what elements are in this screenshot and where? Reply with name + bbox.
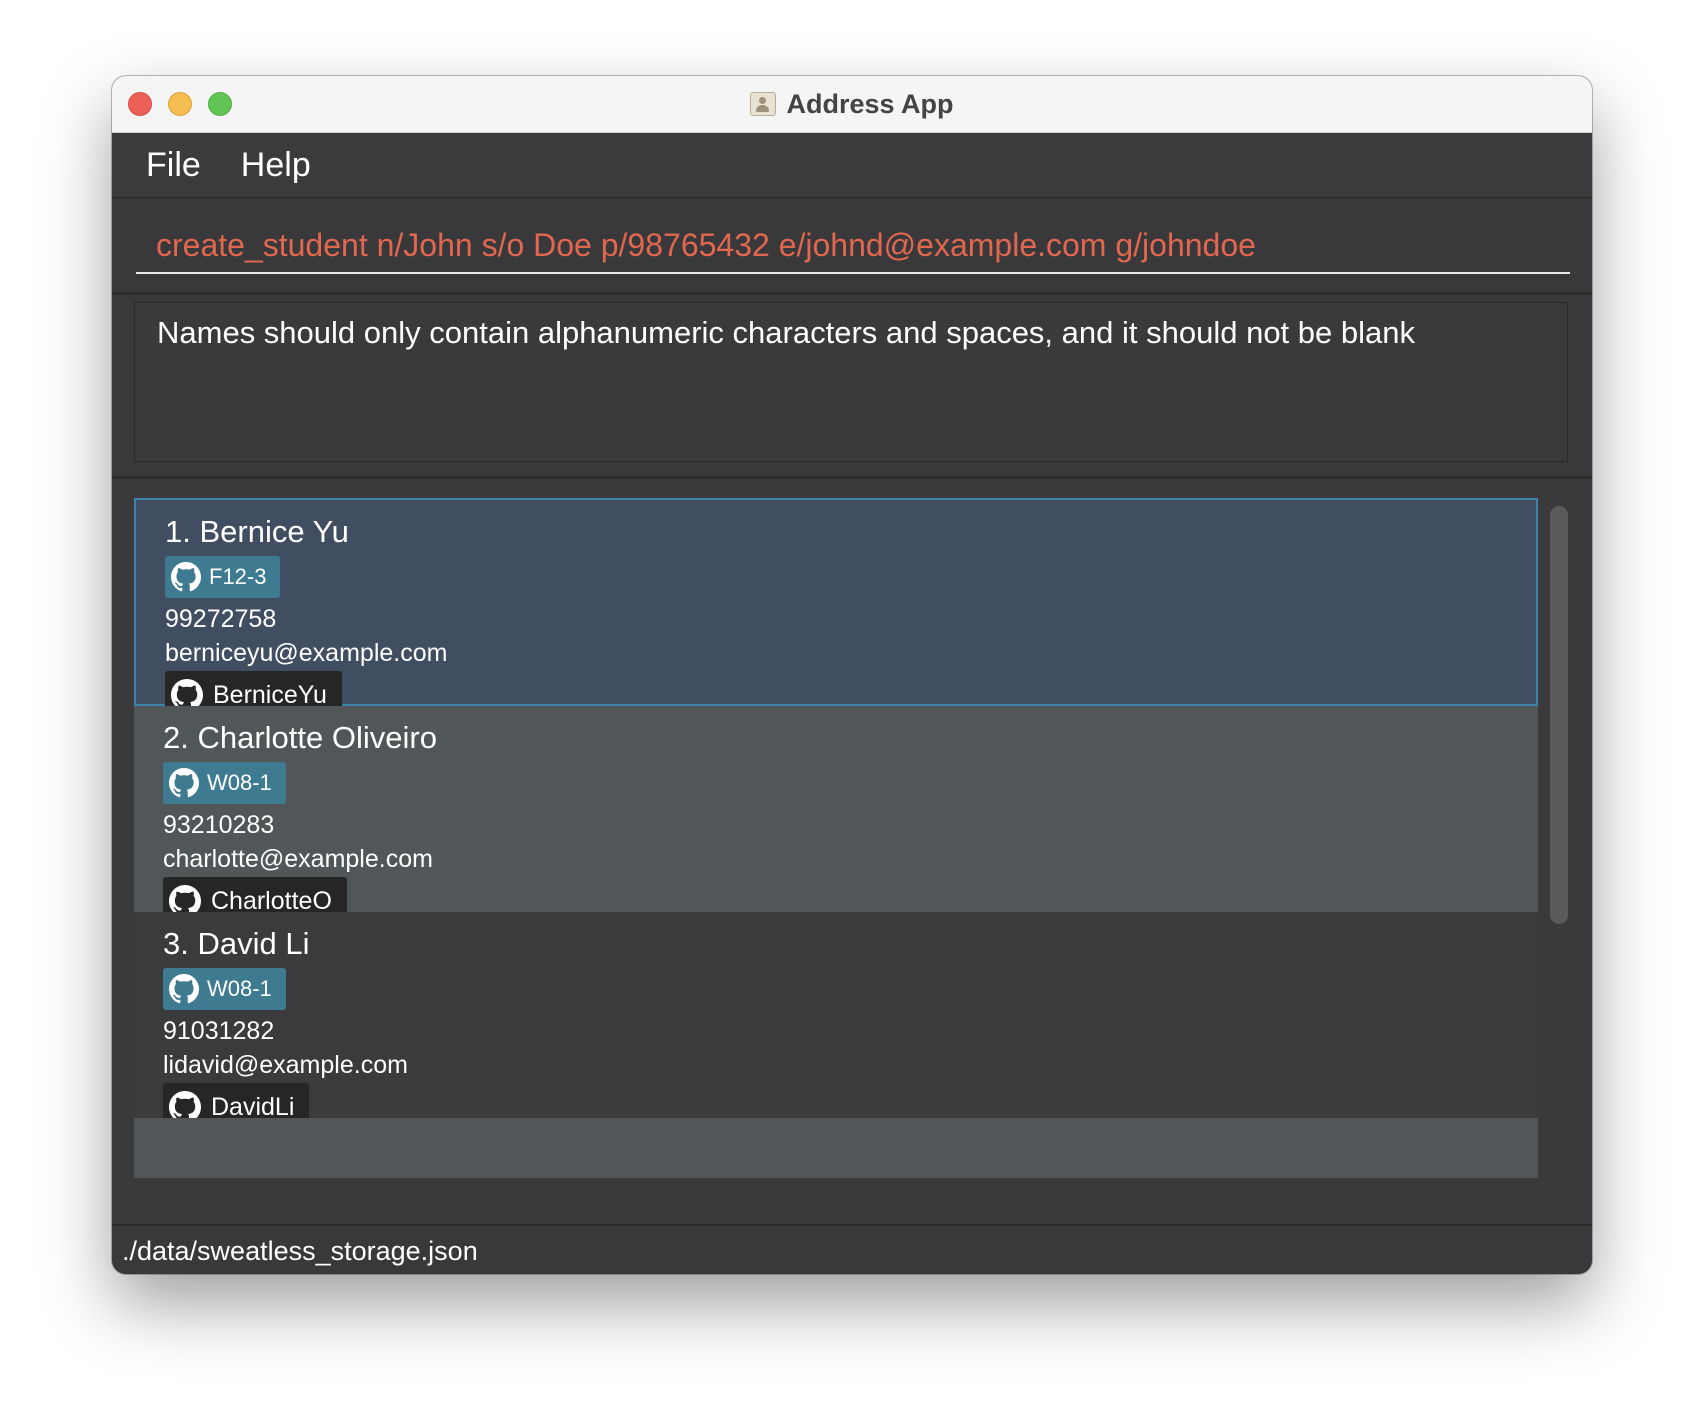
menu-file[interactable]: File (146, 146, 201, 185)
github-icon (171, 562, 201, 592)
command-box (112, 198, 1592, 295)
command-input[interactable] (136, 218, 1570, 274)
group-tag-label: W08-1 (207, 976, 272, 1001)
scrollbar-thumb[interactable] (1550, 506, 1568, 924)
result-display-box[interactable]: Names should only contain alphanumeric c… (134, 302, 1568, 462)
app-window: Address App File Help Names should only … (112, 76, 1592, 1274)
github-icon (169, 974, 199, 1004)
window-title-group: Address App (112, 76, 1592, 132)
person-list[interactable]: 1. Bernice Yu F12-3 99272758 berniceyu@e… (134, 498, 1538, 1188)
person-card-partial[interactable] (134, 1118, 1538, 1178)
title-bar[interactable]: Address App (112, 76, 1592, 133)
person-email: lidavid@example.com (163, 1051, 408, 1079)
result-display-section: Names should only contain alphanumeric c… (112, 296, 1592, 479)
group-tag: W08-1 (163, 762, 286, 804)
person-name: 3. David Li (163, 926, 310, 961)
status-bar: ./data/sweatless_storage.json (112, 1224, 1592, 1274)
github-icon (169, 768, 199, 798)
person-card[interactable]: 1. Bernice Yu F12-3 99272758 berniceyu@e… (134, 498, 1538, 719)
person-name: 1. Bernice Yu (165, 514, 349, 549)
window-title: Address App (786, 88, 954, 119)
menu-bar: File Help (112, 133, 1592, 198)
group-tag: F12-3 (165, 556, 281, 598)
group-tag-label: W08-1 (207, 770, 272, 795)
person-phone: 93210283 (163, 811, 275, 839)
storage-path: ./data/sweatless_storage.json (122, 1235, 478, 1266)
menu-help[interactable]: Help (241, 146, 311, 185)
person-card[interactable]: 3. David Li W08-1 91031282 lidavid@examp… (134, 912, 1538, 1131)
group-tag: W08-1 (163, 968, 286, 1010)
person-phone: 91031282 (163, 1017, 275, 1045)
person-list-section: 1. Bernice Yu F12-3 99272758 berniceyu@e… (112, 480, 1592, 1192)
person-email: berniceyu@example.com (165, 639, 448, 667)
result-message: Names should only contain alphanumeric c… (157, 315, 1415, 350)
person-name: 2. Charlotte Oliveiro (163, 720, 437, 755)
address-book-icon (750, 92, 777, 116)
person-card[interactable]: 2. Charlotte Oliveiro W08-1 93210283 cha… (134, 706, 1538, 925)
list-scrollbar[interactable] (1548, 498, 1570, 1188)
person-phone: 99272758 (165, 605, 277, 633)
group-tag-label: F12-3 (209, 564, 267, 589)
person-email: charlotte@example.com (163, 845, 433, 873)
